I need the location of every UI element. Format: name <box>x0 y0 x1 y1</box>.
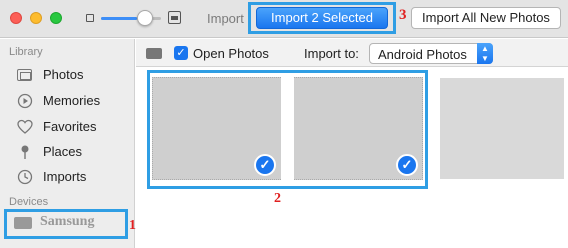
sidebar-item-label: Places <box>43 144 83 159</box>
zoom-slider-knob[interactable] <box>137 10 153 26</box>
sidebar-item-memories[interactable]: Memories <box>17 91 127 111</box>
import-selected-button[interactable]: Import 2 Selected <box>256 7 388 29</box>
folder-icon <box>146 48 162 59</box>
selected-checkmark-icon[interactable]: ✓ <box>254 154 276 176</box>
sidebar-item-imports[interactable]: Imports <box>17 167 127 187</box>
import-to-value: Android Photos <box>378 47 467 62</box>
selected-checkmark-icon[interactable]: ✓ <box>396 154 418 176</box>
import-all-new-photos-button[interactable]: Import All New Photos <box>411 7 561 29</box>
device-icon <box>14 217 32 229</box>
open-photos-label: Open Photos <box>193 46 269 61</box>
sidebar-item-label: Imports <box>43 169 87 184</box>
sidebar-item-favorites[interactable]: Favorites <box>17 117 127 137</box>
pin-icon <box>17 144 33 160</box>
open-photos-checkbox[interactable]: ✓ <box>174 46 188 60</box>
annotation-step-2: 2 <box>274 191 281 206</box>
chevron-updown-icon: ▲ ▼ <box>477 43 493 64</box>
clock-icon <box>17 169 33 185</box>
heart-icon <box>17 119 33 135</box>
zoom-large-icon <box>168 11 181 24</box>
photo-thumbnail[interactable] <box>440 78 564 179</box>
library-header: Library <box>9 46 43 58</box>
photos-icon <box>17 69 32 81</box>
sidebar-item-samsung[interactable]: Samsung <box>40 214 94 230</box>
zoom-small-icon <box>86 14 94 22</box>
sidebar-item-places[interactable]: Places <box>17 142 127 162</box>
devices-header: Devices <box>9 196 49 208</box>
sidebar-item-label: Photos <box>43 67 84 82</box>
import-label: Import <box>207 11 244 26</box>
close-window-button[interactable] <box>10 12 22 24</box>
maximize-window-button[interactable] <box>50 12 62 24</box>
sidebar-item-label: Memories <box>43 93 101 108</box>
sidebar-item-photos[interactable]: Photos <box>17 65 127 85</box>
import-to-label: Import to: <box>304 46 359 61</box>
minimize-window-button[interactable] <box>30 12 42 24</box>
sidebar-item-label: Favorites <box>43 119 97 134</box>
zoom-slider-fill <box>101 17 137 20</box>
annotation-step-3: 3 <box>399 7 407 23</box>
memories-icon <box>17 93 33 109</box>
import-to-dropdown[interactable]: Android Photos ▲ ▼ <box>369 43 493 64</box>
annotation-step-1: 1 <box>129 218 136 233</box>
